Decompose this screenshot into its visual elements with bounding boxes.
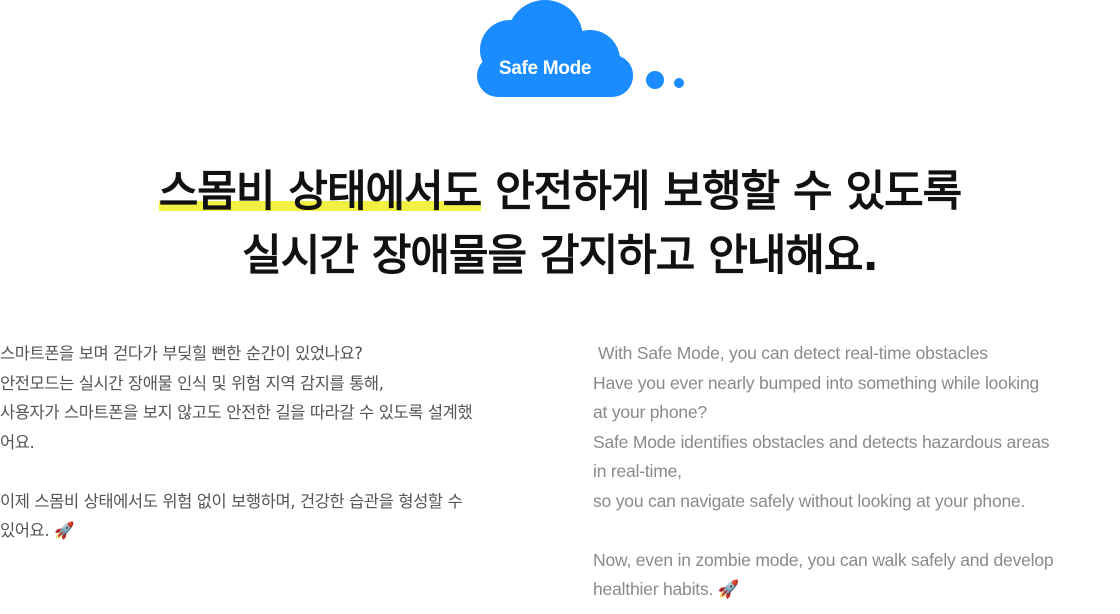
english-description: With Safe Mode, you can detect real-time… [593, 339, 1120, 605]
headline-line-2: 실시간 장애물을 감지하고 안내해요. [242, 231, 879, 281]
korean-description: 스마트폰을 보며 걷다가 부딪힐 뻔한 순간이 있었나요? 안전모드는 실시간 … [0, 339, 540, 546]
english-line: in real-time, [593, 461, 682, 481]
english-line: Safe Mode identifies obstacles and detec… [593, 431, 1050, 452]
english-line: so you can navigate safely without looki… [593, 490, 1026, 511]
korean-line: 스마트폰을 보며 걷다가 부딪힐 뻔한 순간이 있었나요? [0, 344, 363, 363]
korean-line: 안전모드는 실시간 장애물 인식 및 위험 지역 감지를 통해, [0, 373, 384, 393]
dot-small [674, 78, 684, 88]
dot-large [646, 71, 664, 89]
cloud-icon [477, 0, 684, 97]
english-line: healthier habits. 🚀 [593, 579, 740, 599]
headline: 스몸비 상태에서도 안전하게 보행할 수 있도록 실시간 장애물을 감지하고 안… [0, 160, 1120, 288]
headline-line-1: 스몸비 상태에서도 안전하게 보행할 수 있도록 [0, 160, 1120, 224]
korean-line: 있어요. 🚀 [0, 521, 75, 540]
korean-line: 사용자가 스마트폰을 보지 않고도 안전한 길을 따라갈 수 있도록 설계했 [0, 403, 473, 422]
headline-line-1-rest: 안전하게 보행할 수 있도록 [481, 167, 962, 217]
english-line: Now, even in zombie mode, you can walk s… [593, 549, 1054, 570]
badge-label: Safe Mode [498, 58, 592, 79]
english-line: at your phone? [593, 402, 707, 422]
korean-line: 어요. [0, 432, 35, 452]
safe-mode-badge: Safe Mode [455, 0, 695, 100]
english-line: With Safe Mode, you can detect real-time… [598, 343, 988, 363]
headline-highlight: 스몸비 상태에서도 [158, 167, 482, 217]
korean-line: 이제 스몸비 상태에서도 위험 없이 보행하며, 건강한 습관을 형성할 수 [0, 491, 463, 511]
english-line: Have you ever nearly bumped into somethi… [593, 372, 1040, 393]
